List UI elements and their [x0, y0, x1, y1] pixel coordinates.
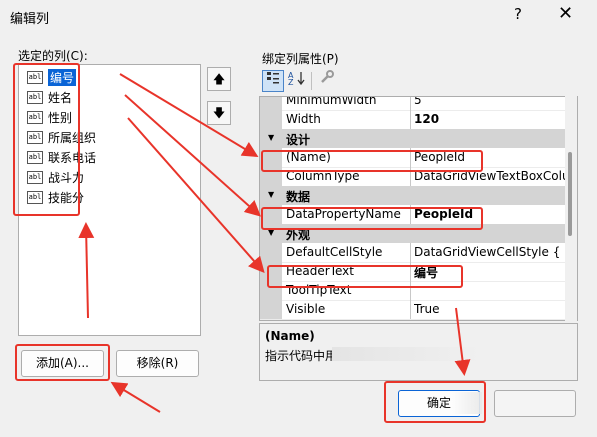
arrow-to-headertext [127, 117, 265, 274]
arrow-to-name [119, 73, 259, 158]
arrow-to-add [110, 381, 161, 413]
arrow-to-ok [454, 307, 471, 376]
arrow-to-columns [78, 222, 95, 319]
annotation-arrows [78, 73, 471, 413]
arrow-to-datapropertyname [124, 94, 261, 217]
